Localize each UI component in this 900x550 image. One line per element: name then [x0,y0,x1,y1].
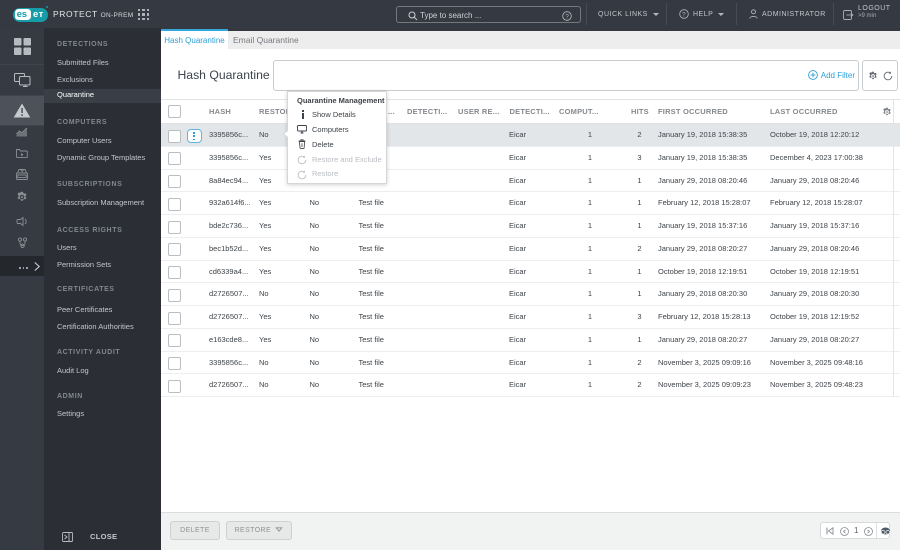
svg-text:?: ? [682,11,686,18]
svg-text:?: ? [565,13,569,20]
